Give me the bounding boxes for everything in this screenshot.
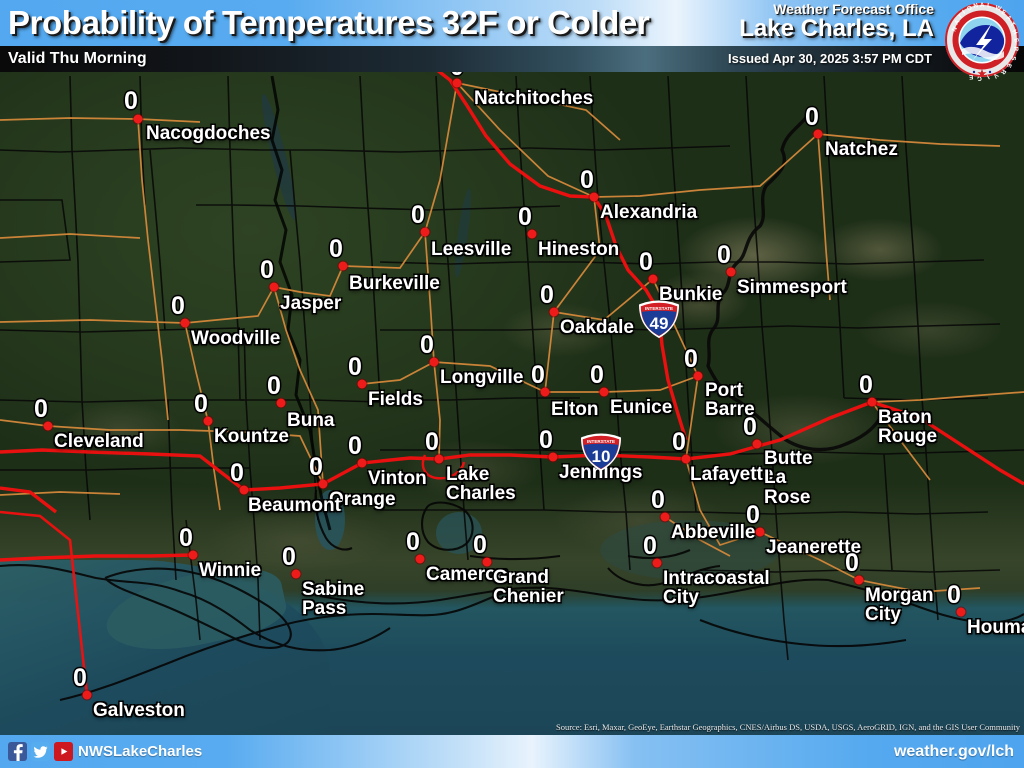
city-label: Jasper <box>280 293 342 314</box>
city-label: Lafayette <box>690 464 774 485</box>
probability-value: 0 <box>266 372 283 400</box>
city-label: Longville <box>440 367 524 388</box>
city-label: Winnie <box>199 560 262 581</box>
city-label: Natchitoches <box>474 88 594 109</box>
svg-text:INTERSTATE: INTERSTATE <box>645 306 673 311</box>
probability-value: 0 <box>517 203 534 231</box>
city-label: Beaumont <box>248 495 341 516</box>
probability-value: 0 <box>642 532 659 560</box>
probability-value: 0 <box>424 428 441 456</box>
city-label: Simmesport <box>737 277 847 298</box>
svg-text:E: E <box>969 73 974 80</box>
city-label: Houma <box>967 617 1024 638</box>
twitter-icon[interactable] <box>31 742 50 761</box>
probability-value: 0 <box>347 353 364 381</box>
city-label: Natchez <box>825 139 898 160</box>
probability-value: 0 <box>419 331 436 359</box>
city-label: Grand Chenier <box>493 567 564 608</box>
probability-value: 0 <box>638 248 655 276</box>
probability-value: 0 <box>472 531 489 559</box>
website-url[interactable]: weather.gov/lch <box>894 735 1014 768</box>
footer-bar: NWSLakeCharles weather.gov/lch <box>0 735 1024 768</box>
probability-value: 0 <box>281 543 298 571</box>
probability-value: 0 <box>589 361 606 389</box>
city-label: Hineston <box>538 239 620 260</box>
probability-value: 0 <box>579 166 596 194</box>
probability-value: 0 <box>72 664 89 692</box>
forecast-office-block: Weather Forecast Office Lake Charles, LA <box>739 2 934 41</box>
city-label: Oakdale <box>560 317 634 338</box>
page-title: Probability of Temperatures 32F or Colde… <box>8 4 650 41</box>
probability-value: 0 <box>530 361 547 389</box>
subtitle-bar: Valid Thu Morning Issued Apr 30, 2025 3:… <box>0 46 1024 72</box>
weather-map-page: 0Natchitoches0Nacogdoches0Natchez0Alexan… <box>0 0 1024 768</box>
probability-value: 0 <box>410 201 427 229</box>
city-label: Elton <box>551 399 599 420</box>
probability-value: 0 <box>539 281 556 309</box>
probability-value: 0 <box>745 501 762 529</box>
svg-text:A: A <box>980 2 985 9</box>
probability-value: 0 <box>946 581 963 609</box>
probability-value: 0 <box>170 292 187 320</box>
issued-time-text: Issued Apr 30, 2025 3:57 PM CDT <box>728 51 932 66</box>
probability-value: 0 <box>33 395 50 423</box>
social-handle[interactable]: NWSLakeCharles <box>78 735 202 768</box>
probability-value: 0 <box>193 390 210 418</box>
city-label: Eunice <box>610 397 673 418</box>
city-label: Butte La Rose <box>764 448 813 508</box>
probability-value: 0 <box>405 528 422 556</box>
city-label: Alexandria <box>600 202 698 223</box>
office-name: Lake Charles, LA <box>739 15 934 42</box>
probability-value: 0 <box>328 235 345 263</box>
city-label: Woodville <box>191 328 281 349</box>
office-label: Weather Forecast Office <box>773 1 934 17</box>
imagery-source-attribution: Source: Esri, Maxar, GeoEye, Earthstar G… <box>555 722 1020 732</box>
city-label: Intracoastal City <box>663 568 770 609</box>
city-label: Lake Charles <box>446 464 516 505</box>
nws-logo: N A T I O N A L W E A T H E R S E R V I <box>942 1 1022 82</box>
probability-value: 0 <box>308 453 325 481</box>
probability-value: 0 <box>844 549 861 577</box>
probability-value: 0 <box>229 459 246 487</box>
valid-time-text: Valid Thu Morning <box>8 50 147 67</box>
city-label: Morgan City <box>865 585 934 626</box>
probability-value: 0 <box>742 413 759 441</box>
city-label: Galveston <box>93 700 185 721</box>
city-label: Cleveland <box>54 431 144 452</box>
probability-value: 0 <box>259 256 276 284</box>
city-label: Burkeville <box>349 273 440 294</box>
svg-text:49: 49 <box>650 314 669 333</box>
city-label: Kountze <box>214 426 289 447</box>
city-label: Fields <box>368 389 423 410</box>
facebook-icon[interactable] <box>8 742 27 761</box>
probability-value: 0 <box>716 241 733 269</box>
city-label: Abbeville <box>671 522 756 543</box>
city-label: Vinton <box>368 468 427 489</box>
svg-text:10: 10 <box>592 447 611 466</box>
probability-value: 0 <box>123 87 140 115</box>
youtube-icon[interactable] <box>54 742 73 761</box>
probability-value: 0 <box>671 428 688 456</box>
city-label: Buna <box>287 410 335 431</box>
interstate-shield-icon: INTERSTATE 10 <box>579 433 623 478</box>
city-label: Sabine Pass <box>302 579 365 620</box>
svg-text:INTERSTATE: INTERSTATE <box>587 439 615 444</box>
city-label: Nacogdoches <box>146 123 271 144</box>
header-banner: Probability of Temperatures 32F or Colde… <box>0 0 1024 46</box>
probability-value: 0 <box>804 103 821 131</box>
probability-value: 0 <box>178 524 195 552</box>
city-label: Baton Rouge <box>878 407 938 448</box>
probability-value: 0 <box>858 371 875 399</box>
station-dot <box>133 114 143 124</box>
probability-value: 0 <box>347 432 364 460</box>
interstate-shield-icon: INTERSTATE 49 <box>637 300 681 345</box>
probability-value: 0 <box>538 426 555 454</box>
probability-value: 0 <box>683 345 700 373</box>
probability-value: 0 <box>650 486 667 514</box>
city-label: Leesville <box>431 239 512 260</box>
